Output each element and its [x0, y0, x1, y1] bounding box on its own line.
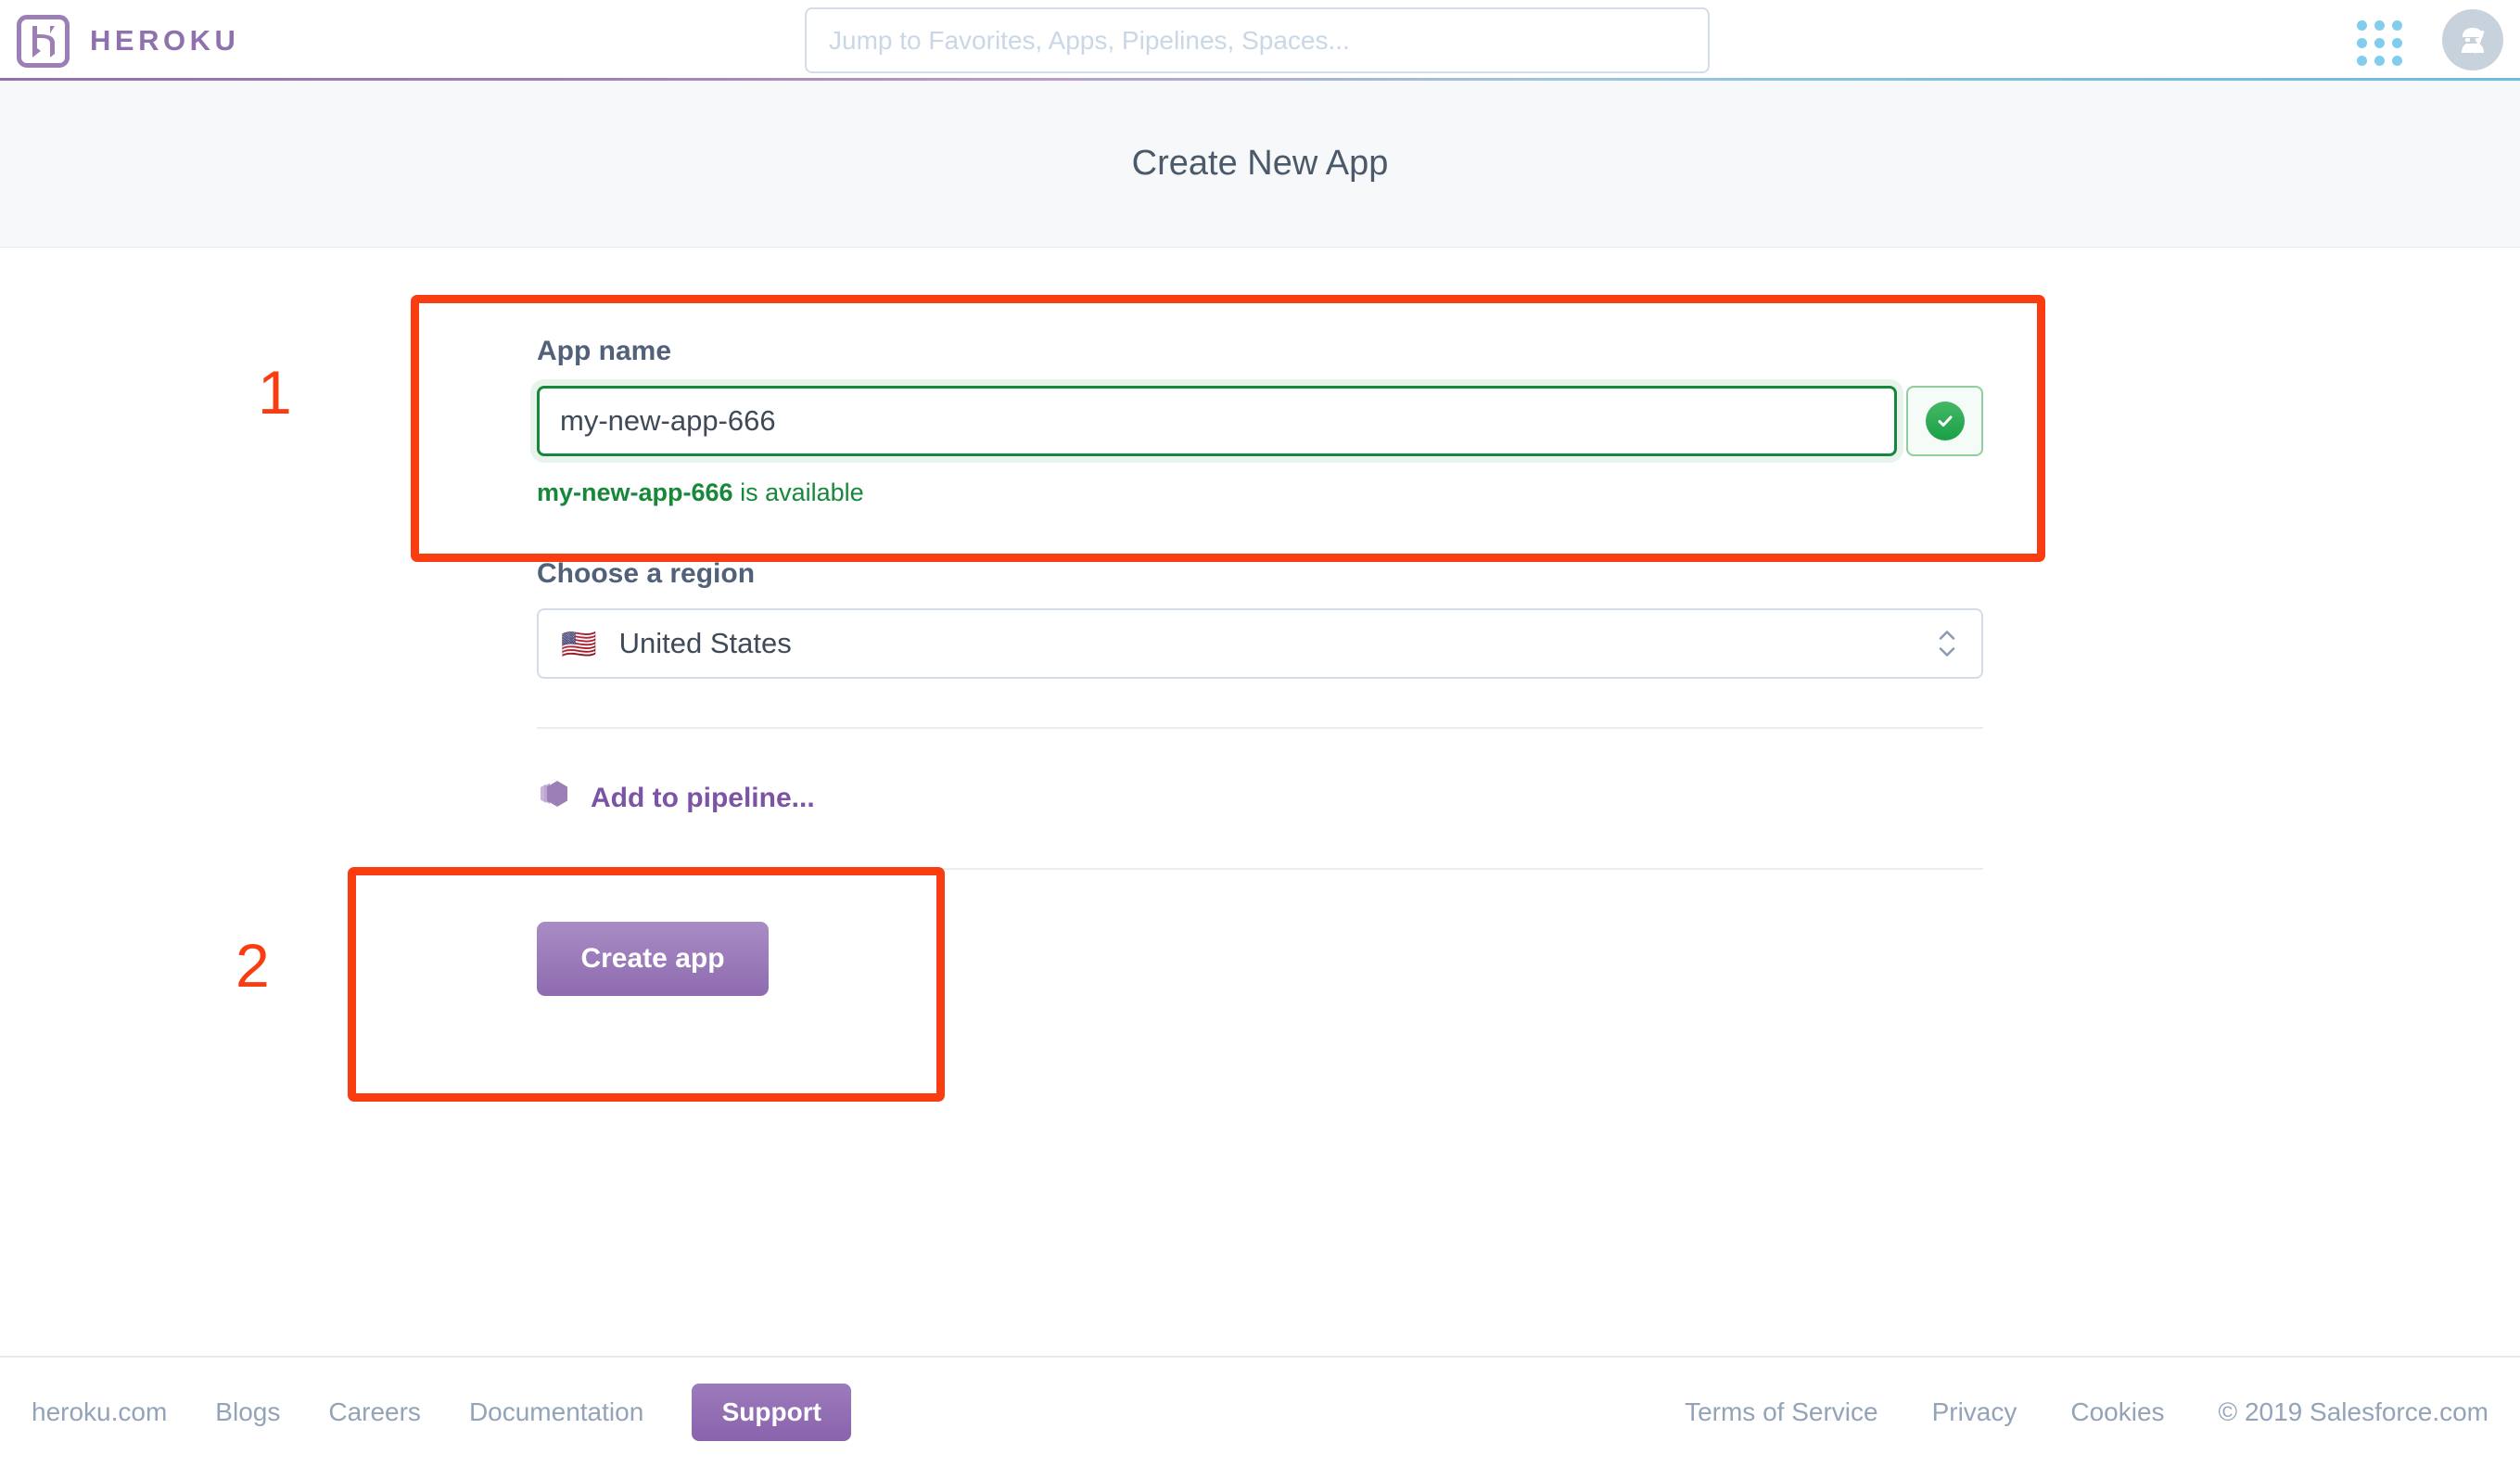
- footer-link-careers[interactable]: Careers: [328, 1397, 421, 1427]
- add-to-pipeline-label: Add to pipeline...: [591, 783, 815, 813]
- region-field-group: Choose a region 🇺🇸 United States: [537, 558, 1983, 679]
- availability-app-name: my-new-app-666: [537, 478, 733, 506]
- us-flag-icon: 🇺🇸: [561, 627, 597, 660]
- page-header-band: Create New App: [0, 81, 2520, 248]
- form-divider-2: [537, 868, 1983, 870]
- brand-name-text: HEROKU: [90, 24, 240, 57]
- region-selected-value: United States: [618, 627, 792, 659]
- create-app-form: App name my-new-app-666 is available: [0, 248, 2520, 996]
- footer-link-privacy[interactable]: Privacy: [1932, 1397, 2017, 1427]
- footer-right-links: Terms of Service Privacy Cookies © 2019 …: [1685, 1397, 2488, 1427]
- footer-link-documentation[interactable]: Documentation: [469, 1397, 643, 1427]
- footer-link-blogs[interactable]: Blogs: [215, 1397, 280, 1427]
- footer-link-heroku-com[interactable]: heroku.com: [32, 1397, 167, 1427]
- support-button[interactable]: Support: [692, 1384, 852, 1441]
- create-app-button[interactable]: Create app: [537, 922, 769, 996]
- footer-link-terms-of-service[interactable]: Terms of Service: [1685, 1397, 1878, 1427]
- page-title: Create New App: [1131, 144, 1389, 183]
- region-label: Choose a region: [537, 558, 756, 589]
- annotation-number-1: 1: [258, 358, 292, 427]
- form-divider-1: [537, 727, 1983, 729]
- annotation-number-2: 2: [235, 931, 270, 1000]
- footer-left-links: heroku.com Blogs Careers Documentation S…: [32, 1384, 852, 1441]
- app-name-label: App name: [537, 336, 672, 366]
- app-name-availability-message: my-new-app-666 is available: [537, 478, 1983, 507]
- check-circle-icon: [1925, 402, 1965, 440]
- pipeline-hexagon-icon: [537, 777, 570, 820]
- app-grid-icon[interactable]: [2357, 20, 2402, 66]
- global-search-input[interactable]: [805, 7, 1710, 73]
- brand-home-link[interactable]: HEROKU: [17, 7, 239, 74]
- page-footer: heroku.com Blogs Careers Documentation S…: [0, 1356, 2520, 1467]
- heroku-logo-icon: [17, 14, 70, 68]
- ninja-avatar-icon[interactable]: [2442, 9, 2503, 70]
- footer-copyright: © 2019 Salesforce.com: [2218, 1397, 2488, 1426]
- app-name-field-group: App name my-new-app-666 is available: [537, 248, 1983, 507]
- footer-link-cookies[interactable]: Cookies: [2070, 1397, 2164, 1427]
- app-name-valid-indicator: [1906, 386, 1983, 456]
- page-root: HEROKU Create New App App name: [0, 0, 2520, 1467]
- add-to-pipeline-link[interactable]: Add to pipeline...: [537, 777, 815, 820]
- top-navigation-bar: HEROKU: [0, 0, 2520, 82]
- availability-suffix: is available: [732, 478, 864, 506]
- region-select[interactable]: 🇺🇸 United States: [537, 608, 1983, 679]
- app-name-input[interactable]: [537, 386, 1898, 456]
